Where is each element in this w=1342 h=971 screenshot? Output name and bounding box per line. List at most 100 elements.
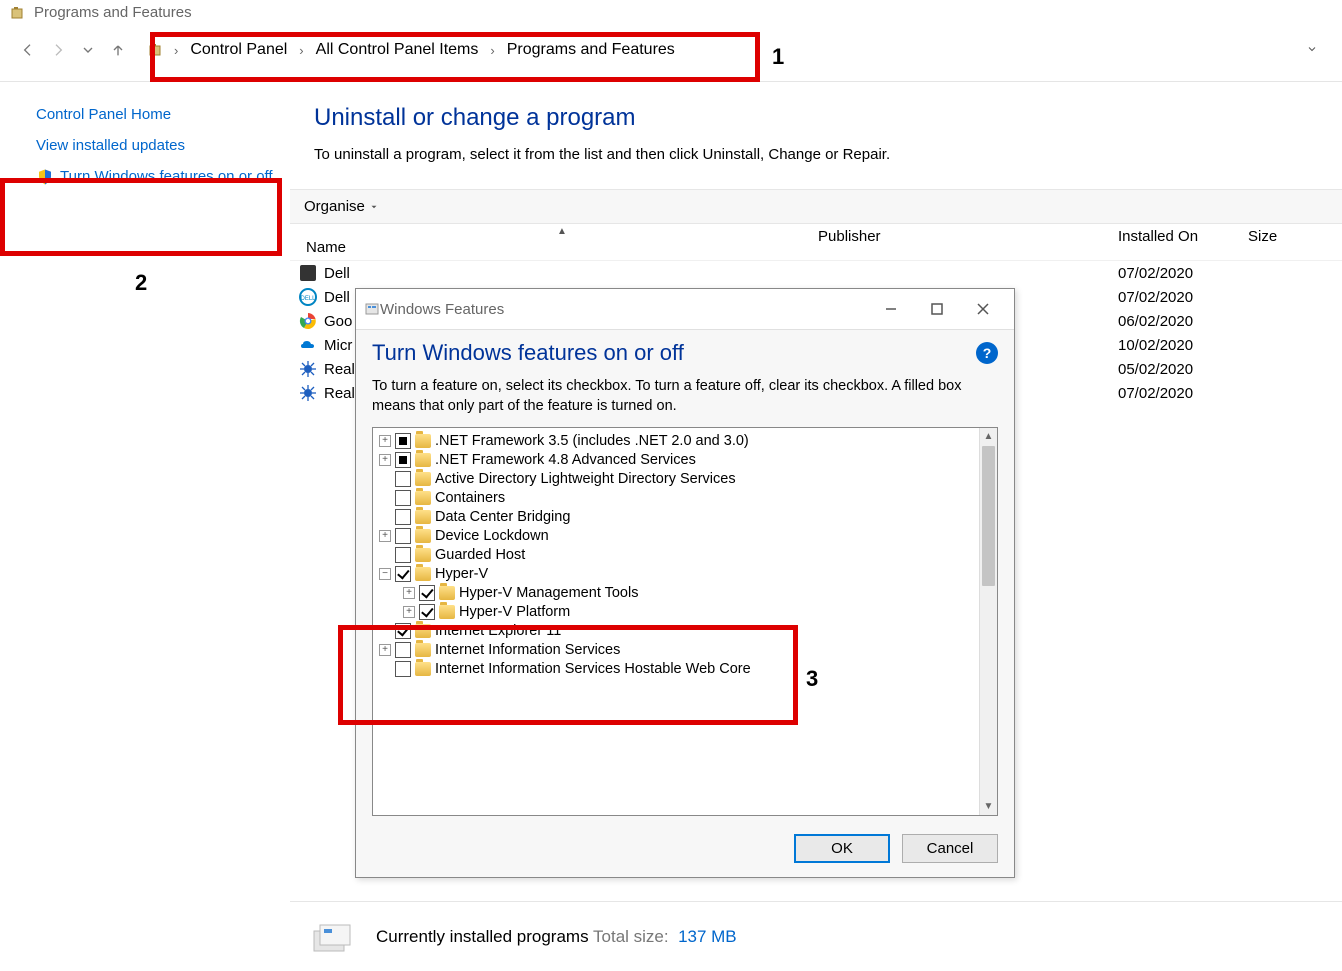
maximize-button[interactable] (914, 295, 960, 323)
tree-expander-empty (379, 473, 391, 485)
feature-label: Internet Information Services Hostable W… (435, 661, 751, 677)
cancel-button[interactable]: Cancel (902, 834, 998, 863)
feature-row[interactable]: +Device Lockdown (377, 527, 993, 546)
feature-row[interactable]: −Hyper-V (377, 565, 993, 584)
feature-checkbox[interactable] (395, 490, 411, 506)
dialog-instruction: To turn a feature on, select its checkbo… (372, 376, 998, 417)
program-installed-on: 07/02/2020 (1118, 289, 1248, 306)
program-installed-on: 07/02/2020 (1118, 265, 1248, 282)
back-button[interactable] (18, 40, 38, 60)
feature-row[interactable]: +.NET Framework 3.5 (includes .NET 2.0 a… (377, 432, 993, 451)
feature-checkbox[interactable] (395, 623, 411, 639)
scroll-track[interactable] (980, 586, 997, 797)
feature-checkbox[interactable] (395, 547, 411, 563)
sidebar-turn-features[interactable]: Turn Windows features on or off (60, 168, 273, 185)
program-icon: DELL (298, 287, 318, 307)
breadcrumb-sep[interactable]: › (170, 43, 182, 58)
dialog-titlebar[interactable]: Windows Features (356, 289, 1014, 329)
feature-checkbox[interactable] (395, 509, 411, 525)
feature-checkbox[interactable] (395, 471, 411, 487)
scroll-up-icon[interactable]: ▲ (980, 428, 997, 446)
tree-expander[interactable]: + (379, 530, 391, 542)
feature-checkbox[interactable] (395, 566, 411, 582)
forward-button[interactable] (48, 40, 68, 60)
recent-dropdown[interactable] (78, 40, 98, 60)
window-title: Programs and Features (34, 4, 192, 21)
scroll-down-icon[interactable]: ▼ (980, 797, 997, 815)
ok-button[interactable]: OK (794, 834, 890, 863)
feature-row[interactable]: +.NET Framework 4.8 Advanced Services (377, 451, 993, 470)
tree-expander[interactable]: + (379, 644, 391, 656)
svg-text:DELL: DELL (300, 296, 316, 302)
toolbar: Organise (290, 189, 1342, 224)
feature-checkbox[interactable] (395, 433, 411, 449)
feature-row[interactable]: Guarded Host (377, 546, 993, 565)
tree-scrollbar[interactable]: ▲ ▼ (979, 428, 997, 815)
shield-icon (36, 168, 54, 189)
feature-row[interactable]: Data Center Bridging (377, 508, 993, 527)
tree-expander-empty (379, 625, 391, 637)
feature-row[interactable]: Active Directory Lightweight Directory S… (377, 470, 993, 489)
program-installed-on: 07/02/2020 (1118, 385, 1248, 402)
sidebar-updates[interactable]: View installed updates (36, 137, 274, 154)
program-row[interactable]: Dell07/02/2020 (298, 261, 1342, 285)
page-instruction: To uninstall a program, select it from t… (314, 146, 1322, 163)
folder-icon (415, 548, 431, 562)
feature-checkbox[interactable] (395, 452, 411, 468)
scroll-thumb[interactable] (982, 446, 995, 586)
minimize-button[interactable] (868, 295, 914, 323)
address-dropdown-icon[interactable] (1306, 42, 1324, 58)
feature-checkbox[interactable] (395, 528, 411, 544)
feature-label: Containers (435, 490, 505, 506)
address-bar-row: › Control Panel › All Control Panel Item… (0, 25, 1342, 82)
feature-checkbox[interactable] (395, 661, 411, 677)
sidebar: Control Panel Home View installed update… (0, 82, 290, 892)
col-installed-on[interactable]: Installed On (1118, 228, 1248, 256)
folder-icon (415, 662, 431, 676)
col-name[interactable]: ▲ Name (298, 228, 818, 256)
feature-checkbox[interactable] (395, 642, 411, 658)
crumb-control-panel[interactable]: Control Panel (188, 37, 289, 63)
status-total-size-value: 137 MB (678, 927, 737, 946)
feature-row[interactable]: +Hyper-V Management Tools (377, 584, 993, 603)
feature-checkbox[interactable] (419, 604, 435, 620)
col-size[interactable]: Size (1248, 228, 1308, 256)
crumb-all-items[interactable]: All Control Panel Items (314, 37, 481, 63)
feature-checkbox[interactable] (419, 585, 435, 601)
annotation-1: 1 (772, 44, 784, 70)
close-button[interactable] (960, 295, 1006, 323)
folder-icon (415, 529, 431, 543)
feature-row[interactable]: Internet Information Services Hostable W… (377, 660, 993, 679)
dialog-heading-row: Turn Windows features on or off ? (372, 340, 998, 366)
feature-row[interactable]: +Internet Information Services (377, 641, 993, 660)
breadcrumb-sep[interactable]: › (295, 43, 307, 58)
dialog-heading: Turn Windows features on or off (372, 340, 684, 366)
program-icon (298, 311, 318, 331)
tree-expander[interactable]: + (403, 587, 415, 599)
feature-tree[interactable]: +.NET Framework 3.5 (includes .NET 2.0 a… (373, 428, 997, 815)
col-publisher[interactable]: Publisher (818, 228, 1118, 256)
folder-icon (415, 472, 431, 486)
tree-expander[interactable]: + (403, 606, 415, 618)
status-text: Currently installed programs Total size:… (376, 927, 737, 947)
crumb-programs[interactable]: Programs and Features (505, 37, 677, 63)
help-icon[interactable]: ? (976, 342, 998, 364)
tree-expander[interactable]: − (379, 568, 391, 580)
tree-expander[interactable]: + (379, 435, 391, 447)
program-installed-on: 10/02/2020 (1118, 337, 1248, 354)
address-bar[interactable]: › Control Panel › All Control Panel Item… (140, 31, 1332, 69)
annotation-3: 3 (806, 666, 818, 692)
feature-row[interactable]: Containers (377, 489, 993, 508)
organise-button[interactable]: Organise (300, 196, 383, 217)
breadcrumb-sep[interactable]: › (486, 43, 498, 58)
feature-row[interactable]: Internet Explorer 11 (377, 622, 993, 641)
feature-label: Internet Explorer 11 (435, 623, 561, 639)
program-installed-on: 06/02/2020 (1118, 313, 1248, 330)
tree-expander[interactable]: + (379, 454, 391, 466)
up-button[interactable] (108, 40, 128, 60)
sidebar-home[interactable]: Control Panel Home (36, 106, 274, 123)
folder-icon (415, 491, 431, 505)
feature-row[interactable]: +Hyper-V Platform (377, 603, 993, 622)
feature-label: Data Center Bridging (435, 509, 570, 525)
tree-expander-empty (379, 663, 391, 675)
